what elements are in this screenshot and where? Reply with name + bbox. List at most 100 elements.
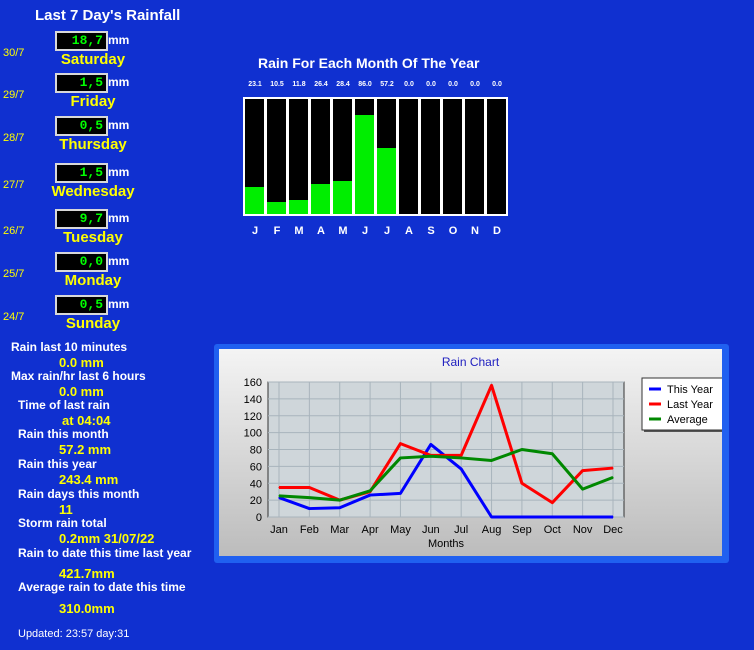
month-bar (289, 200, 308, 214)
series-point (278, 495, 280, 497)
month-value-label: 0.0 (426, 81, 436, 88)
day-date: 30/7 (3, 47, 25, 59)
month-value-label: 86.0 (358, 81, 372, 88)
month-bar (377, 148, 396, 214)
series-point (369, 490, 371, 492)
day-rain-value: 9,7 (55, 209, 108, 229)
x-tick-label: Mar (330, 524, 349, 536)
y-tick-label: 160 (244, 377, 262, 389)
month-value-label: 26.4 (314, 81, 328, 88)
stat-value: at 04:04 (62, 413, 111, 428)
day-date: 28/7 (3, 132, 25, 144)
stat-label: Rain to date this time last year (18, 546, 192, 560)
day-rain-unit: mm (108, 75, 130, 89)
day-date: 26/7 (3, 225, 25, 237)
series-point (460, 468, 462, 470)
series-point (582, 469, 584, 472)
rain-line-chart: 0 20 40 60 80 100 120 140 160 Jan Feb Mar Apr May Jun J… (244, 377, 722, 550)
month-letter-label: J (383, 225, 391, 237)
x-tick-label: Dec (603, 524, 623, 536)
month-letter-label: N (471, 225, 479, 237)
month-letter-label: F (273, 225, 281, 237)
series-point (430, 455, 432, 457)
series-point (521, 448, 523, 451)
stat-value: 57.2 mm (59, 442, 112, 457)
month-value-label: 23.1 (248, 81, 262, 88)
x-tick-label: Feb (300, 524, 319, 536)
month-value-label: 28.4 (336, 81, 350, 88)
y-tick-label: 40 (250, 478, 262, 490)
stat-label: Max rain/hr last 6 hours (11, 369, 146, 383)
day-name: Tuesday (63, 229, 123, 246)
stat-value: 0.0 mm (59, 355, 104, 370)
x-tick-label: Sep (512, 524, 532, 536)
month-value-label: 0.0 (404, 81, 414, 88)
day-name: Friday (70, 93, 116, 110)
month-value-label: 11.8 (292, 81, 306, 88)
day-rain-value: 0,0 (55, 252, 108, 272)
series-point (582, 488, 584, 490)
legend-label: Average (667, 414, 708, 426)
series-point (490, 459, 493, 462)
day-rain-value: 18,7 (55, 31, 108, 51)
series-point (399, 457, 402, 459)
day-rain-unit: mm (108, 211, 130, 225)
y-tick-label: 0 (256, 512, 262, 524)
stat-label: Rain this year (18, 457, 97, 471)
month-bar-cell (377, 99, 396, 214)
series-point (278, 486, 280, 489)
x-tick-label: Apr (362, 524, 379, 536)
month-bar (333, 181, 352, 214)
stat-label: Rain days this month (18, 487, 140, 501)
stat-label: Storm rain total (18, 516, 107, 530)
series-point (521, 516, 523, 518)
day-name: Monday (64, 272, 122, 289)
updated-timestamp: Updated: 23:57 day:31 (18, 628, 130, 640)
month-value-label: 0.0 (492, 81, 502, 88)
month-value-label: 57.2 (380, 81, 394, 88)
series-point (399, 492, 402, 494)
series-point (612, 516, 614, 518)
month-letter-label: A (405, 225, 413, 237)
x-tick-label: Oct (544, 524, 561, 536)
page-title: Last 7 Day's Rainfall (35, 7, 181, 24)
stat-value: 0.0 mm (59, 384, 104, 399)
month-letter-label: O (448, 225, 458, 237)
month-bar (311, 183, 330, 214)
month-value-label: 10.5 (270, 81, 284, 88)
legend-label: Last Year (667, 399, 713, 411)
series-point (612, 467, 614, 469)
series-point (308, 507, 310, 510)
month-letter-label: M (338, 225, 348, 237)
series-point (339, 499, 341, 501)
month-bar-cell (267, 99, 286, 214)
month-bar-cell (333, 99, 352, 214)
series-point (551, 516, 553, 518)
x-tick-label: May (390, 524, 411, 536)
day-rain-value: 1,5 (55, 163, 108, 183)
day-name: Sunday (65, 315, 121, 332)
x-tick-label: Jul (454, 524, 468, 536)
series-point (399, 442, 402, 445)
x-tick-label: Jan (270, 524, 288, 536)
month-bar (355, 115, 374, 214)
month-letter-label: S (427, 225, 435, 237)
day-rain-unit: mm (108, 165, 130, 179)
month-letter-label: M (294, 225, 304, 237)
series-point (551, 453, 553, 455)
series-point (460, 457, 462, 459)
day-rain-unit: mm (108, 297, 130, 311)
series-point (308, 486, 310, 489)
day-rain-value: 0,5 (55, 295, 108, 315)
month-bar-cell (355, 99, 374, 214)
series-point (460, 454, 462, 457)
series-point (551, 502, 553, 504)
x-tick-label: Aug (482, 524, 502, 536)
x-tick-label: Jun (422, 524, 440, 536)
month-letter-label: J (251, 225, 259, 237)
stat-label: Time of last rain (18, 398, 110, 412)
month-value-label: 0.0 (448, 81, 458, 88)
rain-chart-panel: Rain Chart 0 20 40 60 80 100 120 140 160 Jan Feb Ma… (214, 344, 729, 563)
series-point (582, 516, 584, 518)
day-rain-value: 0,5 (55, 116, 108, 136)
